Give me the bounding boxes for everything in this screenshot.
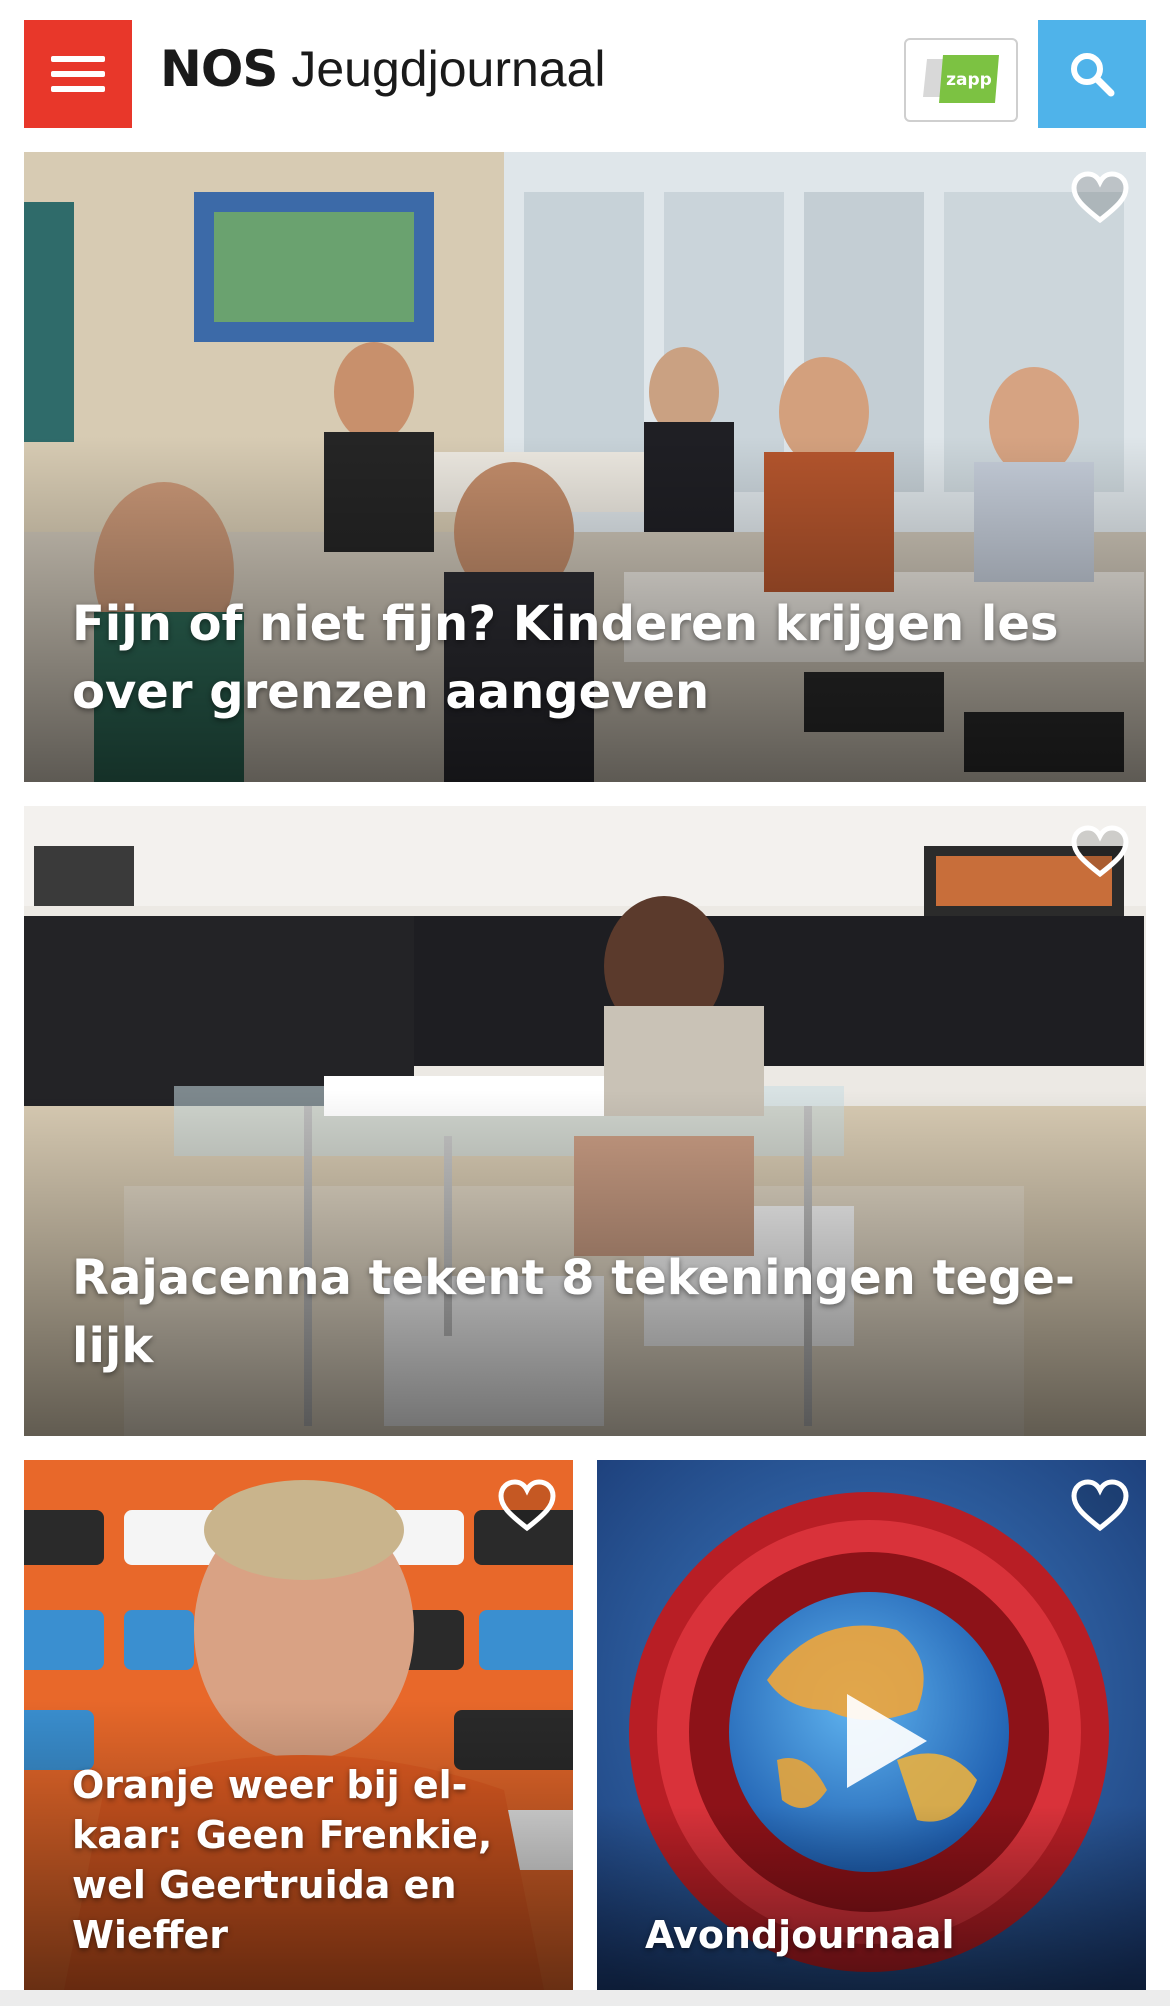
article-title: Rajacenna tekent 8 tekeningen tege-lijk xyxy=(72,1250,1075,1374)
search-icon xyxy=(1071,53,1115,97)
menu-button[interactable] xyxy=(24,20,132,128)
logo-title: Jeugdjournaal xyxy=(291,41,606,97)
video-card[interactable]: Avondjournaal xyxy=(597,1460,1146,1990)
article-card[interactable]: Rajacenna tekent 8 tekeningen tege-lijk xyxy=(24,806,1146,1436)
heart-outline-icon[interactable] xyxy=(1070,170,1130,226)
heart-outline-icon[interactable] xyxy=(1070,824,1130,880)
bottom-edge xyxy=(0,1990,1170,2006)
app-header: NOS Jeugdjournaal zapp xyxy=(0,0,1170,150)
zapp-logo-icon: zapp xyxy=(923,55,999,103)
heart-outline-icon[interactable] xyxy=(497,1478,557,1534)
site-logo[interactable]: NOS Jeugdjournaal xyxy=(160,34,606,104)
npo-zapp-button[interactable]: zapp xyxy=(904,38,1018,122)
article-card[interactable]: Fijn of niet fijn? Kinderen krijgen les … xyxy=(24,152,1146,782)
article-title: Fijn of niet fijn? Kinderen krijgen les … xyxy=(72,596,1059,720)
search-button[interactable] xyxy=(1038,20,1146,128)
heart-outline-icon[interactable] xyxy=(1070,1478,1130,1534)
logo-brand: NOS xyxy=(160,40,278,98)
hamburger-icon xyxy=(51,56,105,92)
zapp-badge-text: zapp xyxy=(946,70,992,90)
video-title: Avondjournaal xyxy=(645,1913,955,1957)
play-icon[interactable] xyxy=(835,1686,935,1796)
article-title: Oranje weer bij el-kaar: Geen Frenkie, w… xyxy=(72,1763,493,1957)
article-card[interactable]: Oranje weer bij el-kaar: Geen Frenkie, w… xyxy=(24,1460,573,1990)
